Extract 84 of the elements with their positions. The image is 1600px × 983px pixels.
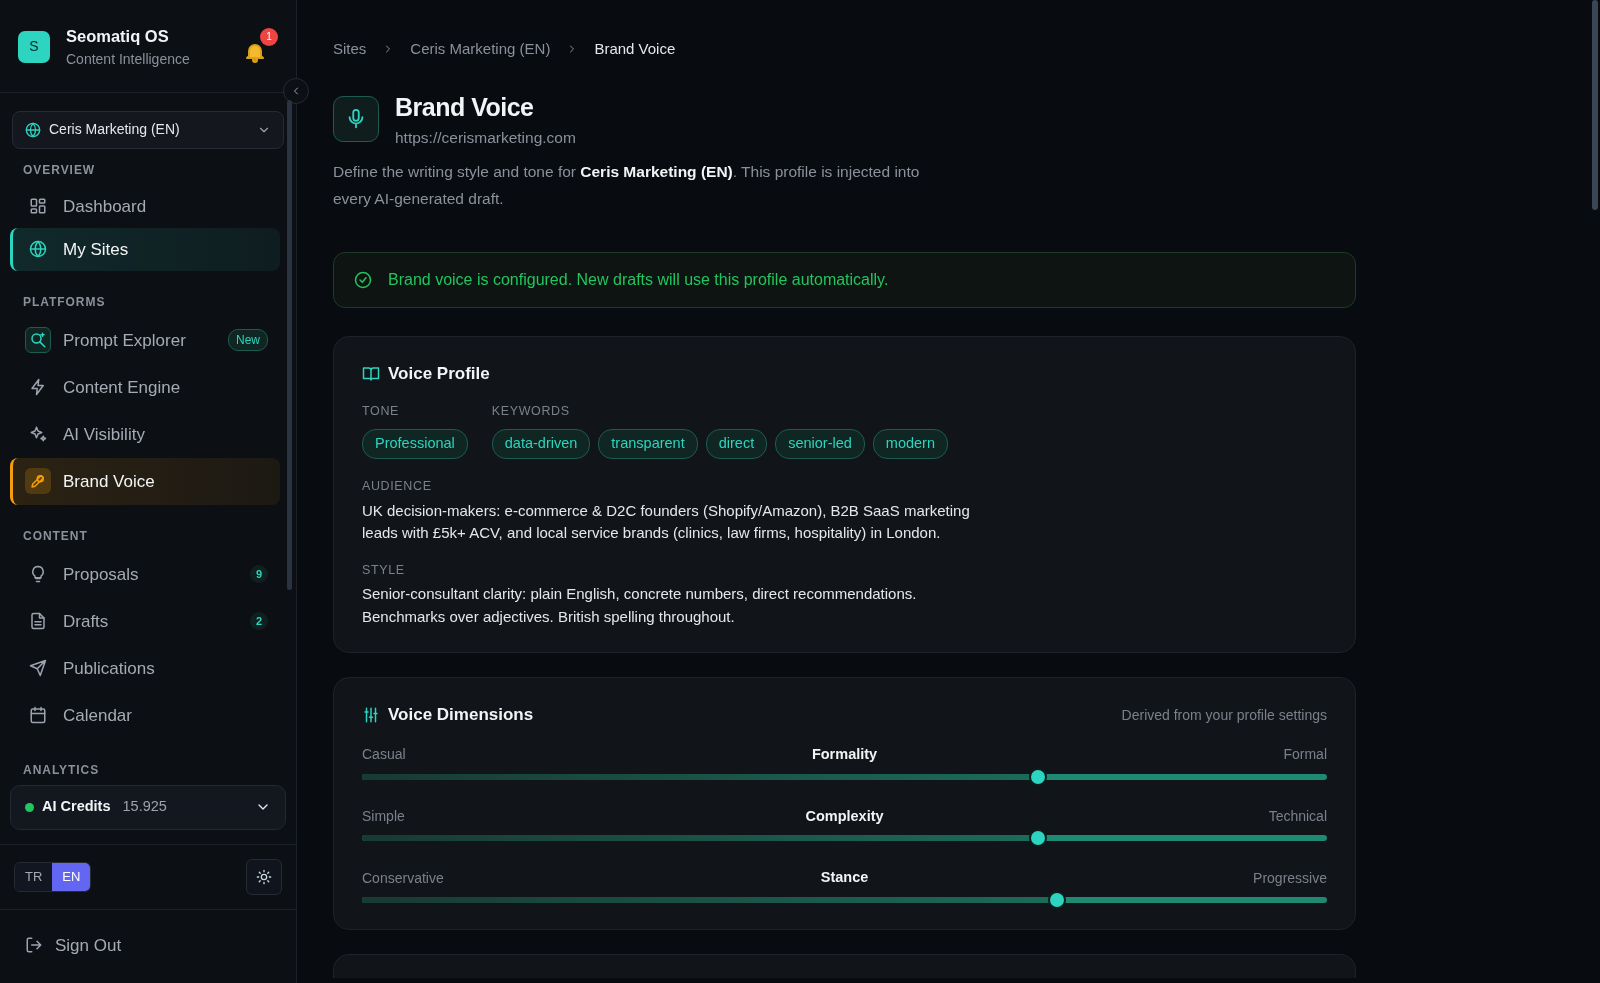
slider-thumb[interactable] [1028,767,1047,786]
tag: Professional [362,429,468,459]
card-note: Derived from your profile settings [1121,705,1327,725]
slider[interactable] [362,829,1327,848]
sun-icon [256,868,272,885]
theme-toggle[interactable] [246,858,282,895]
slider-max-label: Technical [1267,807,1327,827]
tag: modern [872,429,948,459]
success-alert: Brand voice is configured. New drafts will use this profile automatically. [333,251,1356,308]
nav-item[interactable]: Drafts 2 [10,597,280,645]
tag: senior-led [775,429,865,459]
document-icon [29,612,47,631]
dashboard-icon [29,197,47,216]
lightning-icon [29,378,47,397]
app-name: Seomatiq OS [66,26,170,47]
nav-item[interactable]: Content Engine [10,363,280,411]
card-title: Voice Dimensions [388,704,534,727]
scrollbar[interactable] [287,100,292,590]
slider[interactable] [362,767,1327,786]
slider-min-label: Conservative [362,868,445,888]
sliders-icon [362,706,380,725]
slider-max-label: Formal [1282,745,1327,765]
new-badge: New [228,329,268,352]
notification-count: 1 [260,27,278,46]
slider-min-label: Simple [362,807,406,827]
logo: S [18,30,50,63]
send-icon [29,659,47,678]
status-dot [25,802,34,812]
site-selector[interactable]: Ceris Marketing (EN) [12,110,284,149]
style-text: Senior-consultant clarity: plain English, concrete numbers, direct recommendations. Benchmarks over adjectives. British spelling throughout. [362,584,918,627]
page-title: Brand Voice [395,91,535,123]
count-badge: 2 [250,612,268,631]
slider-label: Stance [820,868,869,888]
slider-thumb[interactable] [1047,891,1066,910]
breadcrumb-current: Brand Voice [594,39,676,59]
language-toggle[interactable]: EN [52,863,91,891]
app-subtitle: Content Intelligence [66,49,190,69]
nav-item[interactable]: Dashboard [10,184,280,228]
check-circle-icon [354,270,372,289]
nav-item[interactable]: Brand Voice [10,457,280,505]
breadcrumb-link[interactable]: Sites [333,38,367,61]
breadcrumb-link[interactable]: Ceris Marketing (EN) [410,38,551,61]
calendar-icon [29,706,47,725]
slider-min-label: Casual [362,745,407,765]
audience-text: UK decision-makers: e-commerce & D2C founders (Shopify/Amazon), B2B SaaS marketing leads with £5k+ ACV, and local service brands (clinics, law firms, hospitality) in London. [362,500,971,544]
tag: direct [705,429,768,459]
page-description: Define the writing style and tone for Ceris Marketing (EN). This profile is injected into every AI-generated draft. [333,162,921,209]
field-label: STYLE [362,561,406,579]
pen-icon [29,472,47,491]
field-label: AUDIENCE [362,477,433,495]
nav-item[interactable]: Calendar [10,691,280,739]
section-heading: OVERVIEW [22,161,97,179]
card-title: Voice Profile [388,362,490,385]
slider[interactable] [362,891,1327,910]
nav-item[interactable]: Prompt Explorer New [10,316,280,364]
tag: data-driven [491,429,591,459]
tag: transparent [598,429,698,459]
search-icon [29,331,47,350]
field-label: KEYWORDS [491,403,571,421]
slider-max-label: Progressive [1252,868,1327,888]
slider-label: Formality [811,744,878,764]
section-heading: PLATFORMS [22,293,107,311]
nav-item[interactable]: Proposals 9 [10,550,280,598]
book-icon [362,364,380,383]
notification-button[interactable]: 1 [242,27,278,66]
slider-thumb[interactable] [1028,829,1047,848]
sign-out-icon [25,936,43,955]
globe-icon [25,121,41,138]
lightbulb-icon [29,565,47,584]
globe-icon [29,240,47,259]
site-url: https://cerismarketing.com [395,128,576,148]
language-toggle[interactable]: TR [15,863,53,891]
sparkles-icon [29,425,47,444]
scrollbar[interactable] [1592,0,1598,210]
nav-item[interactable]: AI Visibility [10,410,280,458]
nav-item[interactable]: My Sites [10,227,280,271]
section-heading: ANALYTICS [22,761,101,779]
slider-label: Complexity [805,806,884,826]
sign-out-button[interactable]: Sign Out [10,923,280,967]
count-badge: 9 [250,565,268,584]
field-label: TONE [362,403,400,421]
credits-dropdown[interactable]: AI Credits 15.925 [10,784,286,830]
section-heading: CONTENT [22,527,89,545]
nav-item[interactable]: Publications [10,644,280,692]
